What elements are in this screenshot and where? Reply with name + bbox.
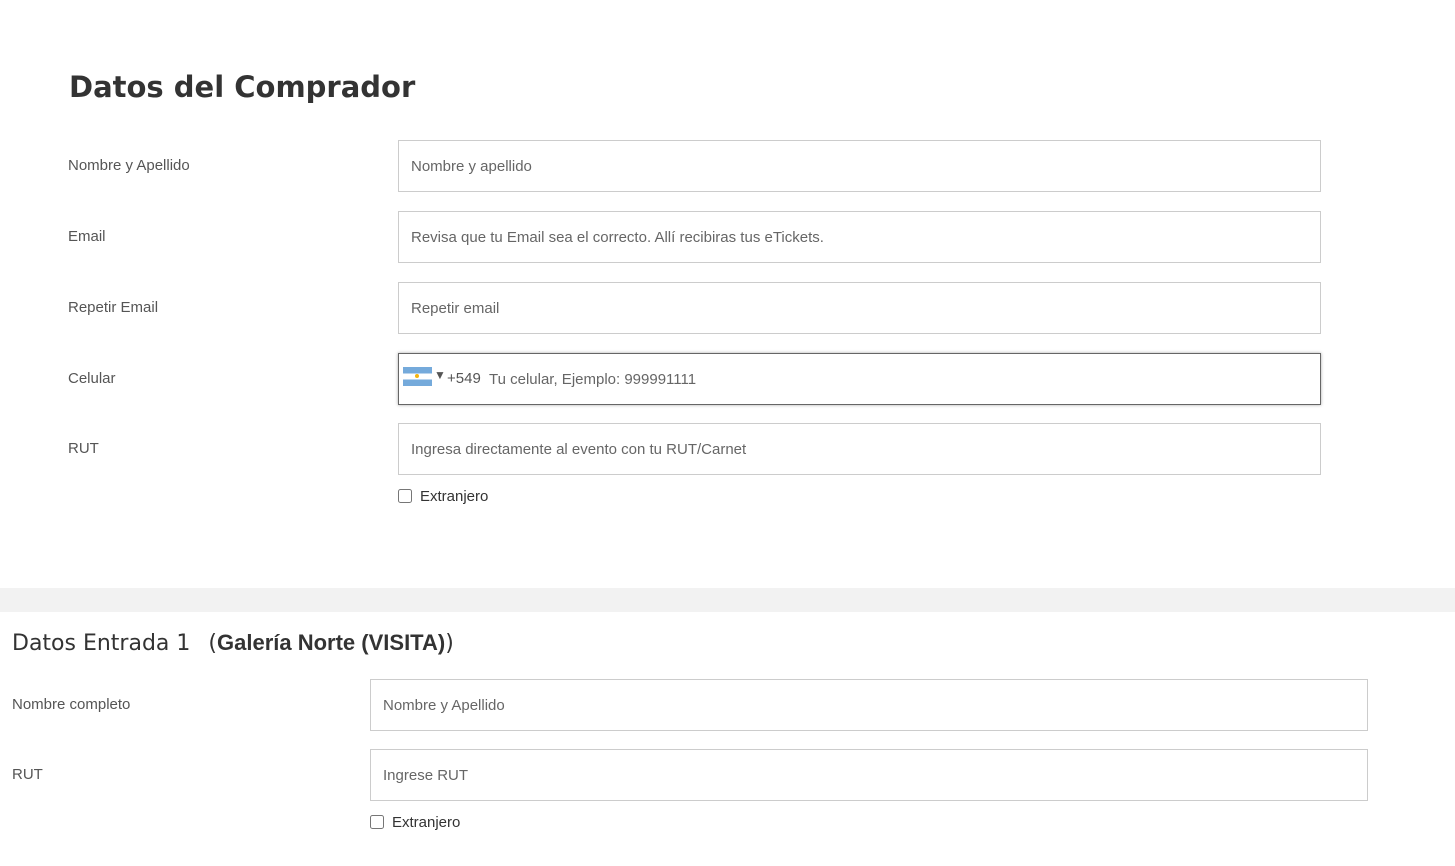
ticket-foreigner-checkbox[interactable] bbox=[370, 815, 384, 829]
ticket-type: Galería Norte (VISITA) bbox=[217, 630, 446, 655]
ticket-name-input[interactable] bbox=[370, 679, 1368, 731]
ticket-paren-close: ) bbox=[445, 631, 454, 656]
buyer-email-repeat-label: Repetir Email bbox=[68, 299, 159, 316]
ticket-rut-label: RUT bbox=[12, 766, 43, 783]
ticket-paren-open: ( bbox=[208, 631, 217, 656]
buyer-email-row: Email bbox=[0, 211, 1455, 263]
ticket-title: Datos Entrada 1 bbox=[12, 631, 191, 656]
buyer-foreigner-checkbox[interactable] bbox=[398, 489, 412, 503]
ticket-rut-input[interactable] bbox=[370, 749, 1368, 801]
buyer-foreigner-label[interactable]: Extranjero bbox=[420, 488, 488, 505]
buyer-phone-row: Celular ▼ +549 bbox=[0, 353, 1455, 405]
ticket-name-label: Nombre completo bbox=[12, 696, 131, 713]
flag-sun-icon bbox=[415, 374, 419, 378]
buyer-phone-input[interactable] bbox=[485, 355, 1313, 403]
argentina-flag-icon[interactable] bbox=[403, 367, 432, 386]
buyer-section: Datos del Comprador Nombre y Apellido Em… bbox=[0, 0, 1455, 588]
buyer-name-label: Nombre y Apellido bbox=[68, 157, 190, 174]
ticket-foreigner-label[interactable]: Extranjero bbox=[392, 814, 460, 831]
buyer-email-input[interactable] bbox=[398, 211, 1321, 263]
phone-field: ▼ +549 bbox=[398, 353, 1321, 405]
buyer-rut-label: RUT bbox=[68, 440, 99, 457]
buyer-email-repeat-input[interactable] bbox=[398, 282, 1321, 334]
ticket-heading: Datos Entrada 1 (Galería Norte (VISITA)) bbox=[12, 630, 454, 656]
chevron-down-icon[interactable]: ▼ bbox=[434, 368, 446, 382]
ticket-rut-row: RUT bbox=[0, 749, 1455, 801]
buyer-phone-label: Celular bbox=[68, 370, 116, 387]
buyer-section-title: Datos del Comprador bbox=[69, 70, 416, 104]
buyer-rut-input[interactable] bbox=[398, 423, 1321, 475]
buyer-name-input[interactable] bbox=[398, 140, 1321, 192]
ticket-section: Datos Entrada 1 (Galería Norte (VISITA)) … bbox=[0, 612, 1455, 866]
buyer-email-repeat-row: Repetir Email bbox=[0, 282, 1455, 334]
buyer-rut-row: RUT bbox=[0, 423, 1455, 475]
ticket-name-row: Nombre completo bbox=[0, 679, 1455, 731]
buyer-email-label: Email bbox=[68, 228, 106, 245]
dial-code: +549 bbox=[447, 370, 481, 387]
section-divider bbox=[0, 588, 1455, 612]
buyer-name-row: Nombre y Apellido bbox=[0, 140, 1455, 192]
